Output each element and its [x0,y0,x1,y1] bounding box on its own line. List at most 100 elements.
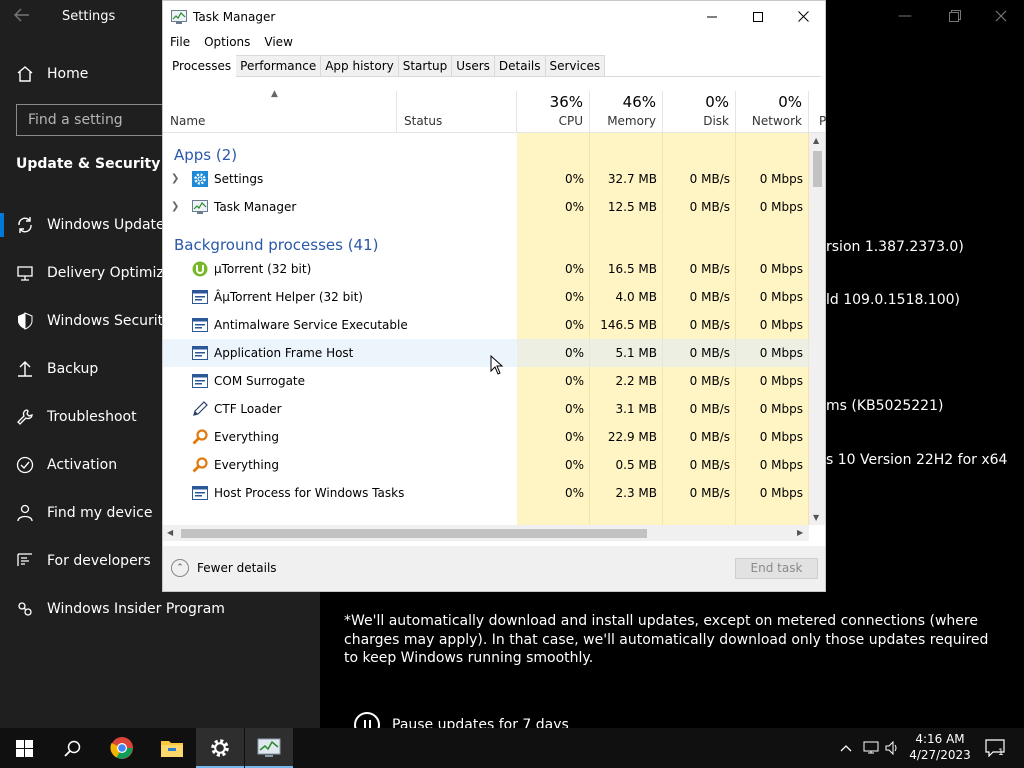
close-icon[interactable] [978,0,1024,32]
minimize-icon[interactable] [689,1,735,32]
developer-icon [16,552,34,570]
update-text-fragment: ld 109.0.1518.100) [826,292,961,308]
process-cpu: 0% [564,262,584,276]
column-power[interactable]: P [809,91,826,133]
table-row[interactable]: ❯ Task Manager 0% 12.5 MB 0 MB/s 0 Mbps [163,193,809,221]
search-icon[interactable] [48,728,96,768]
notification-count: 1 [998,748,1004,758]
metered-notice-text: We'll automatically download and install… [344,613,989,666]
network-total: 0% [778,93,802,111]
column-cpu[interactable]: 36% CPU [517,91,590,133]
chevron-right-icon[interactable]: ❯ [171,193,179,221]
column-memory[interactable]: 46% Memory [590,91,663,133]
column-disk-label: Disk [703,114,729,128]
menu-view[interactable]: View [257,32,299,52]
scroll-down-icon[interactable]: ▼ [813,513,819,522]
process-network: 0 Mbps [759,486,803,500]
process-network: 0 Mbps [759,262,803,276]
process-disk: 0 MB/s [689,374,730,388]
sidebar-item-windows-insider-program[interactable]: Windows Insider Program [0,589,320,629]
column-headers: ▲ Name Status 36% CPU 46% Memory 0% Disk… [163,89,826,133]
scroll-up-icon[interactable]: ▲ [813,136,819,145]
table-row[interactable]: CTF Loader 0% 3.1 MB 0 MB/s 0 Mbps [163,395,809,423]
column-disk[interactable]: 0% Disk [663,91,736,133]
column-status[interactable]: Status [397,91,517,133]
end-task-button[interactable]: End task [735,558,818,579]
tab-services[interactable]: Services [544,55,606,76]
vertical-scrollbar[interactable]: ▲ ▼ [809,133,825,525]
tab-startup[interactable]: Startup [397,55,453,76]
process-disk: 0 MB/s [689,486,730,500]
home-label: Home [47,66,89,82]
process-name: Settings [214,172,264,186]
horizontal-scroll-thumb[interactable] [181,529,647,538]
process-cpu: 0% [564,486,584,500]
process-cpu: 0% [564,374,584,388]
notification-icon[interactable]: 1 [980,728,1010,768]
process-network: 0 Mbps [759,172,803,186]
table-row[interactable]: ÂµTorrent Helper (32 bit) 0% 4.0 MB 0 MB/s 0… [163,283,809,311]
column-name[interactable]: ▲ Name [163,89,397,133]
sidebar-item-label: Windows Insider Program [47,601,225,617]
pen-icon [192,401,208,417]
process-disk: 0 MB/s [689,200,730,214]
update-text-fragment: s 10 Version 22H2 for x64 [826,452,1008,468]
table-row[interactable]: Antimalware Service Executable 0% 146.5 MB… [163,311,809,339]
menu-options[interactable]: Options [197,32,257,52]
table-row[interactable]: ❯ Settings 0% 32.7 MB 0 MB/s 0 Mbps [163,165,809,193]
tab-app-history[interactable]: App history [320,55,399,76]
minimize-icon[interactable]: — [882,0,928,32]
fewer-details-button[interactable]: ⌃ Fewer details [171,559,277,577]
tab-processes[interactable]: Processes [167,55,237,77]
sidebar-item-label: Backup [47,361,99,377]
table-row[interactable]: µTorrent (32 bit) 0% 16.5 MB 0 MB/s 0 Mbps [163,255,809,283]
settings-icon[interactable] [196,728,244,768]
process-cpu: 0% [564,290,584,304]
process-memory: 3.1 MB [615,402,657,416]
task-manager-icon[interactable] [245,728,293,768]
process-disk: 0 MB/s [689,262,730,276]
start-icon[interactable] [0,728,48,768]
table-row[interactable]: Everything 0% 22.9 MB 0 MB/s 0 Mbps [163,423,809,451]
process-name: Task Manager [214,200,297,214]
tab-users[interactable]: Users [451,55,495,76]
process-memory: 22.9 MB [607,430,657,444]
chrome-icon[interactable] [98,728,146,768]
back-arrow-icon[interactable] [14,6,38,28]
close-icon[interactable] [780,1,826,32]
restore-icon[interactable] [932,0,978,32]
maximize-icon[interactable] [735,1,781,32]
tab-performance[interactable]: Performance [235,55,322,76]
check-circle-icon [16,456,34,474]
process-name: Everything [214,458,279,472]
file-explorer-icon[interactable] [148,728,196,768]
table-row[interactable]: Everything 0% 0.5 MB 0 MB/s 0 Mbps [163,451,809,479]
volume-icon[interactable] [882,728,904,768]
process-name: Everything [214,430,279,444]
table-row[interactable]: Application Frame Host 0% 5.1 MB 0 MB/s 0 Mb… [163,339,809,367]
home-nav-item[interactable]: Home [16,62,88,86]
task-manager-menubar: File Options View [163,32,300,52]
menu-file[interactable]: File [163,32,197,52]
scroll-left-icon[interactable]: ◀ [167,528,173,537]
tab-details[interactable]: Details [493,55,546,76]
section-heading: Update & Security [16,156,161,172]
chevron-up-icon[interactable] [836,728,856,768]
shield-icon [16,312,34,330]
network-icon[interactable] [860,728,882,768]
clock[interactable]: 4:16 AM 4/27/2023 [906,731,974,763]
backup-icon [16,360,34,378]
table-row[interactable]: Host Process for Windows Tasks 0% 2.3 MB 0 … [163,479,809,507]
disk-total: 0% [705,93,729,111]
column-network[interactable]: 0% Network [736,91,809,133]
process-network: 0 Mbps [759,374,803,388]
scroll-right-icon[interactable]: ▶ [797,528,803,537]
horizontal-scrollbar[interactable]: ◀ ▶ [163,525,809,541]
vertical-scroll-thumb[interactable] [813,151,822,187]
process-network: 0 Mbps [759,318,803,332]
process-cpu: 0% [564,430,584,444]
table-row[interactable]: COM Surrogate 0% 2.2 MB 0 MB/s 0 Mbps [163,367,809,395]
chevron-right-icon[interactable]: ❯ [171,165,179,193]
metered-notice: *We'll automatically download and instal… [344,613,989,666]
process-network: 0 Mbps [759,458,803,472]
